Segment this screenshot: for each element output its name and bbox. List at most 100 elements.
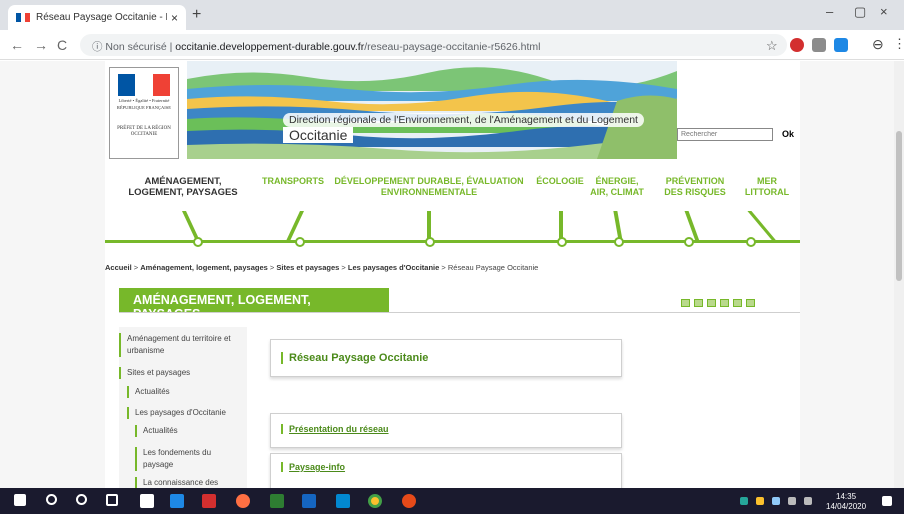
- nav-underline: [105, 240, 800, 243]
- app-icon[interactable]: [402, 494, 416, 508]
- tray-volume-icon[interactable]: [804, 497, 812, 505]
- search-ok-button[interactable]: Ok: [782, 129, 794, 139]
- skype-extension-icon[interactable]: [834, 38, 848, 52]
- sidebar-item-paysages-occitanie[interactable]: Les paysages d'Occitanie: [127, 407, 226, 419]
- sidebar-item-actualites[interactable]: Actualités: [127, 386, 170, 398]
- tray-battery-icon[interactable]: [772, 497, 780, 505]
- main-navigation: AMÉNAGEMENT, LOGEMENT, PAYSAGES TRANSPOR…: [105, 171, 800, 247]
- extension-icon[interactable]: [812, 38, 826, 52]
- tab-title: Réseau Paysage Occitanie - DRE/: [36, 12, 167, 23]
- nav-node-6: [684, 237, 694, 247]
- sidebar-menu: Aménagement du territoire et urbanisme S…: [119, 327, 247, 488]
- nav-developpement-durable[interactable]: DÉVELOPPEMENT DURABLE, ÉVALUATION ENVIRO…: [329, 176, 529, 198]
- clock-time[interactable]: 14:35: [836, 492, 856, 501]
- content-title-box: Réseau Paysage Occitanie: [270, 339, 622, 377]
- print-icon[interactable]: [694, 299, 703, 307]
- page-viewport: Liberté • Égalité • Fraternité RÉPUBLIQU…: [0, 61, 904, 488]
- clock-date[interactable]: 14/04/2020: [826, 502, 866, 511]
- breadcrumb-sites[interactable]: Sites et paysages: [276, 263, 339, 272]
- direction-label: Direction régionale de l'Environnement, …: [283, 113, 644, 127]
- nav-node-7: [746, 237, 756, 247]
- nav-energie[interactable]: ÉNERGIE, AIR, CLIMAT: [589, 176, 645, 198]
- tab-reseau-paysage[interactable]: Réseau Paysage Occitanie - DRE/ ×: [8, 5, 186, 30]
- tray-wifi-icon[interactable]: [788, 497, 796, 505]
- windows-start-icon[interactable]: [14, 494, 26, 506]
- section-divider: [119, 312, 800, 313]
- forward-button[interactable]: →: [34, 37, 48, 53]
- search-icon[interactable]: [46, 494, 57, 505]
- chrome-icon[interactable]: [368, 494, 382, 508]
- browser-window: Réseau Paysage Occitanie - DRE/ × + – ▢ …: [0, 0, 904, 514]
- close-window-button[interactable]: ×: [880, 4, 888, 19]
- back-button[interactable]: ←: [10, 37, 24, 53]
- word-icon[interactable]: [302, 494, 316, 508]
- url-domain: occitanie.developpement-durable.gouv.fr: [175, 41, 365, 53]
- reload-button[interactable]: C: [57, 37, 67, 53]
- marianne-tagline: Liberté • Égalité • Fraternité: [118, 98, 170, 103]
- link-paysage-info[interactable]: Paysage-info: [281, 462, 345, 472]
- sidebar-item-fondements[interactable]: Les fondements du paysage: [135, 447, 231, 471]
- presentation-box: Présentation du réseau: [270, 413, 622, 448]
- header-banner: Direction régionale de l'Environnement, …: [187, 61, 677, 159]
- marianne-flag-icon: [118, 74, 170, 96]
- new-tab-button[interactable]: +: [192, 6, 201, 24]
- cortana-icon[interactable]: [76, 494, 87, 505]
- acrobat-icon[interactable]: [202, 494, 216, 508]
- link-presentation[interactable]: Présentation du réseau: [281, 424, 389, 434]
- sidebar-item-sites[interactable]: Sites et paysages: [119, 367, 190, 379]
- nav-prevention[interactable]: PRÉVENTION DES RISQUES: [661, 176, 729, 198]
- breadcrumb: Accueil > Aménagement, logement, paysage…: [105, 263, 539, 272]
- minimize-button[interactable]: –: [826, 4, 833, 19]
- breadcrumb-home[interactable]: Accueil: [105, 263, 132, 272]
- adblock-extension-icon[interactable]: [790, 38, 804, 52]
- landscape-banner-image: [187, 61, 677, 159]
- scrollbar[interactable]: [894, 61, 904, 488]
- sidebar-item-actualites-2[interactable]: Actualités: [135, 425, 178, 437]
- tray-network-icon[interactable]: [740, 497, 748, 505]
- sidebar-item-connaissance[interactable]: La connaissance des: [135, 477, 218, 488]
- address-bar[interactable]: ⓘ Non sécurisé | occitanie.developpement…: [80, 34, 787, 56]
- explorer-icon[interactable]: [170, 494, 184, 508]
- excel-icon[interactable]: [270, 494, 284, 508]
- task-view-icon[interactable]: [106, 494, 118, 506]
- nav-node-1: [193, 237, 203, 247]
- region-name: Occitanie: [283, 127, 354, 143]
- marianne-logo: Liberté • Égalité • Fraternité RÉPUBLIQU…: [109, 67, 179, 159]
- profile-icon[interactable]: ⊖: [872, 36, 884, 53]
- pdf-icon[interactable]: [720, 299, 729, 307]
- calculator-icon[interactable]: [140, 494, 154, 508]
- nav-mer[interactable]: MER LITTORAL: [737, 176, 797, 198]
- notifications-icon[interactable]: [882, 496, 892, 506]
- tab-strip: Réseau Paysage Occitanie - DRE/ × + – ▢ …: [0, 0, 904, 30]
- breadcrumb-amenagement[interactable]: Aménagement, logement, paysages: [140, 263, 268, 272]
- security-indicator[interactable]: ⓘ Non sécurisé: [92, 41, 167, 53]
- firefox-icon[interactable]: [236, 494, 250, 508]
- flag-icon: [16, 13, 31, 22]
- prefet-label: PRÉFET DE LA RÉGION OCCITANIE: [117, 126, 171, 137]
- nav-node-4: [557, 237, 567, 247]
- tray-app-icon[interactable]: [756, 497, 764, 505]
- send-icon[interactable]: [746, 299, 755, 307]
- maximize-button[interactable]: ▢: [854, 4, 866, 20]
- breadcrumb-paysages[interactable]: Les paysages d'Occitanie: [348, 263, 439, 272]
- bookmark-star-icon[interactable]: ☆: [766, 38, 778, 54]
- email-icon[interactable]: [733, 299, 742, 307]
- url-path: /reseau-paysage-occitanie-r5626.html: [364, 41, 541, 53]
- share-icon[interactable]: [681, 299, 690, 307]
- outlook-icon[interactable]: [336, 494, 350, 508]
- nav-node-3: [425, 237, 435, 247]
- text-size-icon[interactable]: [707, 299, 716, 307]
- windows-taskbar: 14:35 14/04/2020: [0, 488, 904, 514]
- nav-amenagement[interactable]: AMÉNAGEMENT, LOGEMENT, PAYSAGES: [119, 176, 247, 198]
- section-title: AMÉNAGEMENT, LOGEMENT, PAYSAGES: [119, 288, 389, 321]
- nav-ecologie[interactable]: ÉCOLOGIE: [532, 176, 588, 187]
- breadcrumb-current: Réseau Paysage Occitanie: [447, 263, 539, 272]
- content-title: Réseau Paysage Occitanie: [281, 352, 428, 364]
- scrollbar-thumb[interactable]: [896, 131, 902, 281]
- menu-icon[interactable]: ⋮: [893, 36, 904, 52]
- paysage-info-box: Paysage-info: [270, 453, 622, 488]
- close-tab-icon[interactable]: ×: [171, 11, 178, 25]
- nav-transports[interactable]: TRANSPORTS: [258, 176, 328, 187]
- sidebar-item-amenagement[interactable]: Aménagement du territoire et urbanisme: [119, 333, 243, 357]
- search-input[interactable]: [677, 128, 773, 141]
